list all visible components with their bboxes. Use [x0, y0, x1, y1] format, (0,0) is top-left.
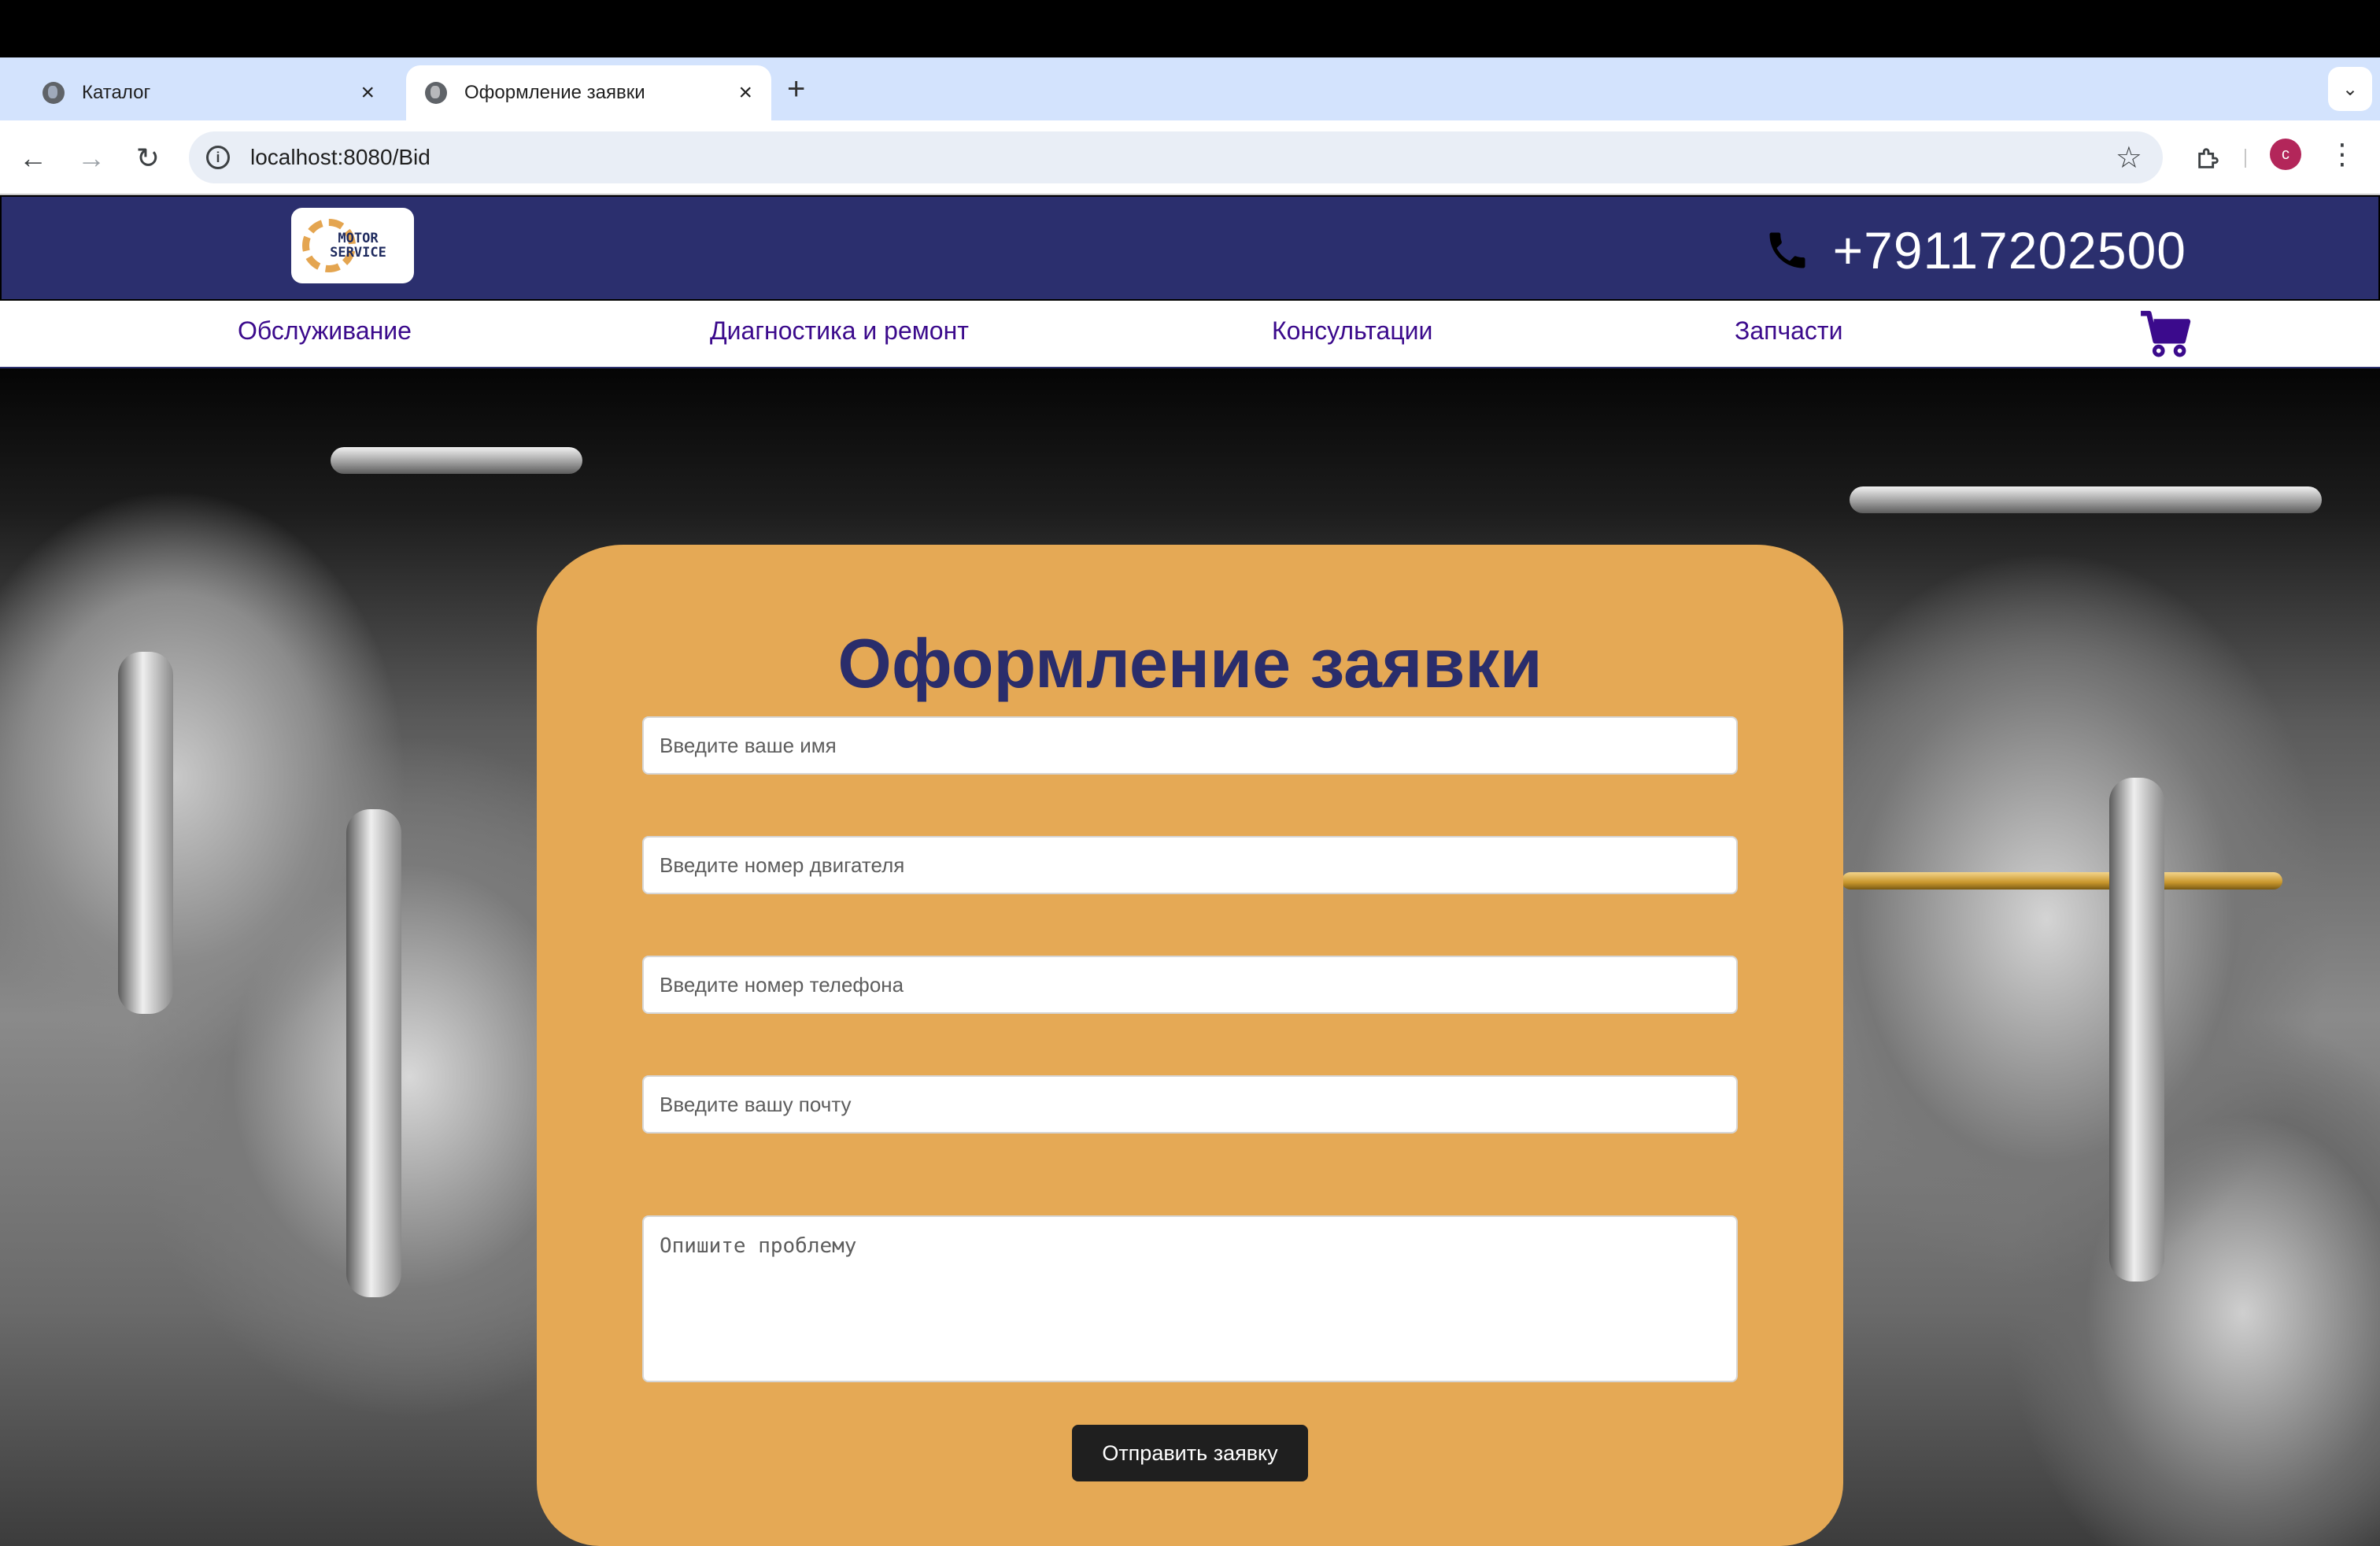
- reload-icon: ↻: [135, 142, 161, 174]
- back-button[interactable]: ←: [13, 138, 54, 179]
- engine-part: [346, 809, 401, 1297]
- globe-icon: [425, 82, 447, 104]
- nav-item-service[interactable]: Обслуживание: [238, 316, 412, 346]
- nav-item-diagnostics[interactable]: Диагностика и ремонт: [710, 316, 969, 346]
- phone-number[interactable]: +79117202500: [1833, 220, 2186, 280]
- chevron-down-icon: ⌄: [2341, 78, 2359, 100]
- close-icon[interactable]: ×: [738, 80, 752, 106]
- avatar[interactable]: c: [2270, 139, 2301, 170]
- engine-number-input[interactable]: [642, 836, 1738, 894]
- toolbar-divider: [2245, 149, 2246, 168]
- site-logo[interactable]: MOTOR SERVICE: [291, 208, 414, 283]
- engine-part: [331, 447, 582, 474]
- cart-icon[interactable]: [2139, 310, 2191, 359]
- engine-part: [1850, 486, 2322, 513]
- tab-catalog[interactable]: Каталог ×: [24, 65, 394, 120]
- logo-text: MOTOR SERVICE: [330, 231, 386, 260]
- new-tab-button[interactable]: +: [787, 73, 805, 105]
- engine-part: [1842, 872, 2282, 890]
- tab-bid[interactable]: Оформление заявки ×: [406, 65, 771, 120]
- tab-strip: Каталог × Оформление заявки × + ⌄: [0, 57, 2380, 120]
- window-top-bar: [0, 0, 2380, 57]
- phone-icon: [1769, 232, 1805, 268]
- nav-item-parts[interactable]: Запчасти: [1735, 316, 1842, 346]
- close-icon[interactable]: ×: [360, 80, 375, 106]
- form-title: Оформление заявки: [837, 624, 1543, 702]
- back-icon: ←: [19, 142, 47, 174]
- logo-line-2: SERVICE: [330, 245, 386, 261]
- url-text[interactable]: localhost:8080/Bid: [250, 145, 2116, 170]
- engine-part: [2109, 778, 2164, 1282]
- tab-label: Каталог: [82, 82, 151, 103]
- extensions-icon[interactable]: [2188, 138, 2229, 179]
- name-input[interactable]: [642, 716, 1738, 775]
- tab-search-button[interactable]: ⌄: [2328, 67, 2372, 111]
- reload-button[interactable]: ↻: [128, 138, 168, 179]
- phone-input[interactable]: [642, 956, 1738, 1014]
- site-header: MOTOR SERVICE +79117202500: [0, 195, 2380, 301]
- phone-contact[interactable]: +79117202500: [1764, 220, 2186, 280]
- page: MOTOR SERVICE +79117202500 Обслуживание …: [0, 195, 2380, 1546]
- menu-icon[interactable]: ⋮: [2328, 138, 2356, 171]
- bid-form-card: Оформление заявки Отправить заявку: [537, 545, 1843, 1546]
- star-icon[interactable]: ☆: [2116, 140, 2142, 176]
- main-nav: Обслуживание Диагностика и ремонт Консул…: [0, 301, 2380, 368]
- logo-line-1: MOTOR: [338, 231, 379, 246]
- puzzle-icon: [2198, 148, 2219, 168]
- tab-label: Оформление заявки: [464, 82, 645, 103]
- browser-toolbar: ← → ↻ i localhost:8080/Bid ☆ ⋮: [0, 120, 2380, 195]
- nav-item-consultations[interactable]: Консультации: [1272, 316, 1432, 346]
- globe-icon: [42, 82, 65, 104]
- forward-button[interactable]: →: [71, 138, 112, 179]
- submit-button[interactable]: Отправить заявку: [1072, 1425, 1308, 1481]
- info-icon[interactable]: i: [206, 146, 230, 169]
- address-bar[interactable]: i localhost:8080/Bid ☆: [189, 131, 2163, 183]
- engine-part: [118, 652, 173, 1014]
- problem-textarea[interactable]: [642, 1215, 1738, 1382]
- email-input[interactable]: [642, 1075, 1738, 1134]
- forward-icon: →: [77, 142, 105, 174]
